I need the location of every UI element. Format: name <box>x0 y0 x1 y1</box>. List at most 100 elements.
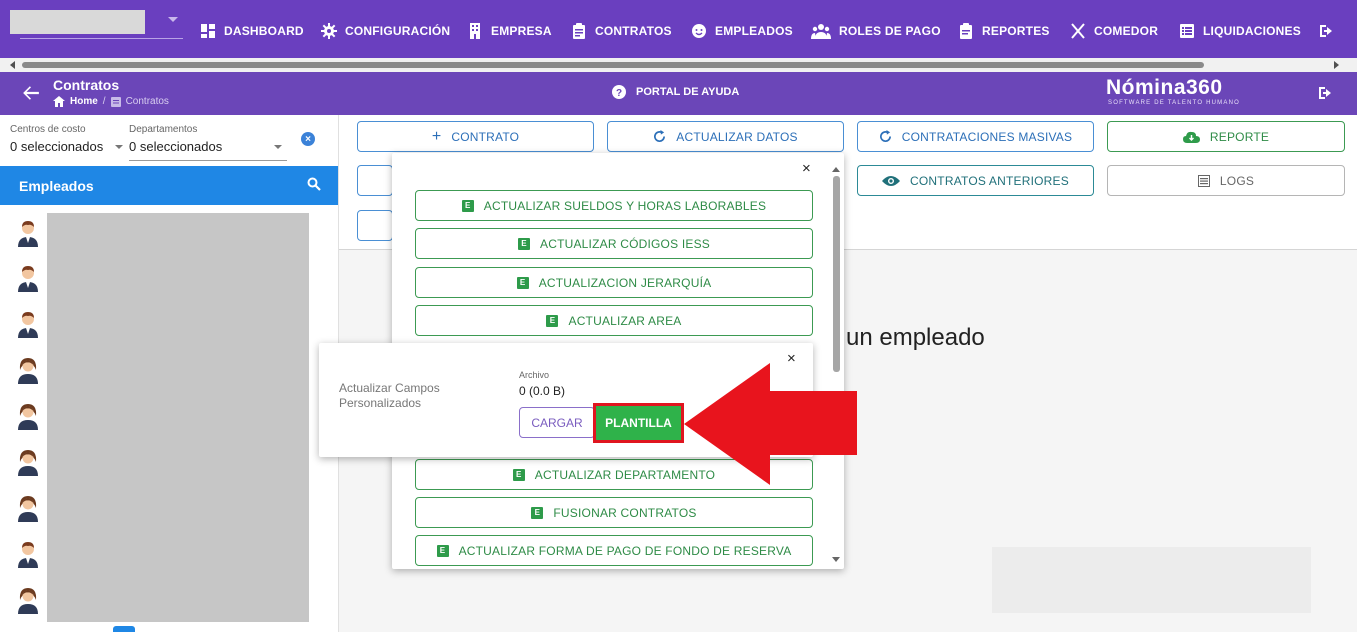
nav-dashboard[interactable]: DASHBOARD <box>200 22 304 40</box>
pagination-indicator[interactable] <box>113 626 135 632</box>
group-icon <box>811 24 831 39</box>
departments-select[interactable]: 0 seleccionados <box>129 139 222 154</box>
dialog-title: Actualizar Campos Personalizados <box>339 381 440 410</box>
female-avatar-icon <box>18 358 38 384</box>
breadcrumb: Home / Contratos <box>53 96 169 107</box>
refresh-data-button[interactable]: ACTUALIZAR DATOS <box>607 121 844 152</box>
clipboard-icon <box>110 97 121 107</box>
brand-tagline: SOFTWARE DE TALENTO HUMANO <box>1108 100 1240 106</box>
chevron-down-icon[interactable] <box>115 145 123 149</box>
nav-liquidaciones[interactable]: LIQUIDACIONES <box>1179 22 1301 40</box>
nav-comedor[interactable]: COMEDOR <box>1070 22 1158 40</box>
button-label: CONTRATACIONES MASIVAS <box>901 129 1073 144</box>
toolbar-button-hidden[interactable] <box>357 165 393 196</box>
menu-item-update-hierarchy[interactable]: E ACTUALIZACION JERARQUÍA <box>415 267 813 298</box>
logout-icon <box>1320 25 1332 37</box>
menu-item-update-reserve-fund-payment[interactable]: E ACTUALIZAR FORMA DE PAGO DE FONDO DE R… <box>415 535 813 566</box>
breadcrumb-current: Contratos <box>125 96 169 107</box>
annotation-arrow-icon <box>684 363 857 485</box>
template-button[interactable]: PLANTILLA <box>593 403 684 443</box>
clipboard-icon <box>573 23 585 39</box>
report-button[interactable]: REPORTE <box>1107 121 1345 152</box>
excel-icon: E <box>436 544 449 557</box>
nav-reportes[interactable]: REPORTES <box>958 22 1050 40</box>
company-select[interactable] <box>10 10 145 34</box>
page-title: Contratos <box>53 77 120 93</box>
scrollbar-thumb[interactable] <box>22 62 1204 68</box>
nav-label: REPORTES <box>982 24 1050 38</box>
eye-icon <box>882 175 901 186</box>
load-file-button[interactable]: CARGAR <box>519 407 595 438</box>
previous-contracts-button[interactable]: CONTRATOS ANTERIORES <box>857 165 1094 196</box>
menu-item-label: ACTUALIZAR FORMA DE PAGO DE FONDO DE RES… <box>458 543 792 558</box>
plus-icon: + <box>431 127 442 145</box>
menu-item-label: ACTUALIZACION JERARQUÍA <box>538 275 712 290</box>
file-size-value: 0 (0.0 B) <box>519 384 566 398</box>
female-avatar-icon <box>18 496 38 522</box>
excel-icon: E <box>518 237 531 250</box>
excel-icon: E <box>546 314 559 327</box>
nav-label: COMEDOR <box>1094 24 1159 38</box>
utensils-icon <box>1071 23 1085 39</box>
female-avatar-icon <box>18 450 38 476</box>
clear-filters-icon[interactable]: × <box>301 132 315 146</box>
bulk-hiring-button[interactable]: CONTRATACIONES MASIVAS <box>857 121 1094 152</box>
home-icon[interactable] <box>53 96 65 107</box>
excel-icon: E <box>516 276 529 289</box>
employees-title: Empleados <box>19 178 94 194</box>
breadcrumb-home[interactable]: Home <box>70 96 98 107</box>
help-portal-link[interactable]: ? PORTAL DE AYUDA <box>612 85 739 99</box>
nav-label: CONTRATOS <box>595 24 672 38</box>
cost-centers-label: Centros de costo <box>10 124 86 135</box>
svg-text:?: ? <box>616 88 622 99</box>
nav-configuracion[interactable]: CONFIGURACIÓN <box>321 22 450 40</box>
scroll-up-arrow-icon[interactable] <box>832 167 840 172</box>
chevron-down-icon[interactable] <box>168 17 178 22</box>
menu-item-update-area[interactable]: E ACTUALIZAR AREA <box>415 305 813 336</box>
face-icon <box>692 24 706 38</box>
help-label: PORTAL DE AYUDA <box>636 86 740 98</box>
menu-scrollbar-thumb[interactable] <box>833 176 840 372</box>
nav-empleados[interactable]: EMPLEADOS <box>691 22 793 40</box>
add-contract-button[interactable]: + CONTRATO <box>357 121 594 152</box>
nav-empresa[interactable]: EMPRESA <box>467 22 552 40</box>
nav-label: CONFIGURACIÓN <box>345 24 451 38</box>
menu-item-update-iess-codes[interactable]: E ACTUALIZAR CÓDIGOS IESS <box>415 228 813 259</box>
toolbar-button-hidden[interactable] <box>357 210 393 241</box>
female-avatar-icon <box>18 404 38 430</box>
building-icon <box>470 23 480 39</box>
logs-button[interactable]: LOGS <box>1107 165 1345 196</box>
placeholder-box <box>992 547 1311 613</box>
list-icon <box>1180 24 1194 38</box>
logout-button[interactable] <box>1318 22 1334 40</box>
back-arrow-icon[interactable] <box>22 84 40 102</box>
scroll-right-arrow-icon[interactable] <box>1334 61 1339 69</box>
excel-icon: E <box>512 468 525 481</box>
cost-centers-select[interactable]: 0 seleccionados <box>10 139 103 154</box>
search-icon[interactable] <box>307 177 321 191</box>
chevron-down-icon[interactable] <box>274 145 282 149</box>
nav-contratos[interactable]: CONTRATOS <box>571 22 672 40</box>
breadcrumb-separator: / <box>102 96 106 107</box>
menu-item-label: ACTUALIZAR AREA <box>568 313 682 328</box>
menu-item-merge-contracts[interactable]: E FUSIONAR CONTRATOS <box>415 497 813 528</box>
button-label: LOGS <box>1219 173 1255 188</box>
male-avatar-icon <box>18 312 38 338</box>
nav-roles-de-pago[interactable]: ROLES DE PAGO <box>811 22 941 40</box>
empty-state-text: un empleado <box>846 324 985 351</box>
employee-list[interactable] <box>47 213 309 622</box>
scroll-left-arrow-icon[interactable] <box>10 61 15 69</box>
male-avatar-icon <box>18 221 38 247</box>
logout-icon[interactable] <box>1317 85 1333 101</box>
list-icon <box>1197 174 1210 187</box>
male-avatar-icon <box>18 266 38 292</box>
report-icon <box>960 23 972 39</box>
gear-icon <box>321 23 337 39</box>
menu-item-update-salaries[interactable]: E ACTUALIZAR SUELDOS Y HORAS LABORABLES <box>415 190 813 221</box>
close-icon[interactable]: × <box>802 160 811 177</box>
cloud-download-icon <box>1182 131 1200 143</box>
file-label: Archivo <box>519 370 550 380</box>
scroll-down-arrow-icon[interactable] <box>832 557 840 562</box>
departments-label: Departamentos <box>129 124 198 135</box>
excel-icon: E <box>461 199 474 212</box>
